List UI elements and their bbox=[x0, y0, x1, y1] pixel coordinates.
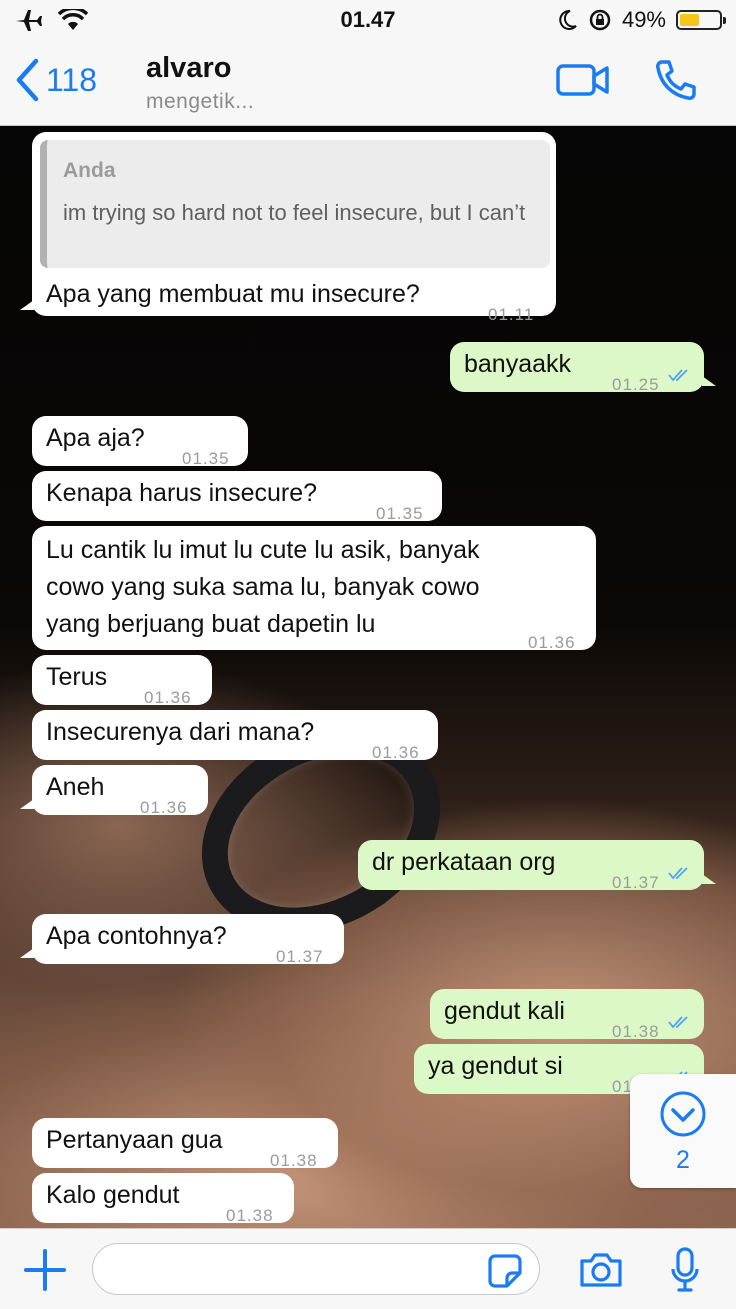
battery-percent: 49% bbox=[621, 7, 666, 32]
message-text: Kenapa harus insecure? bbox=[46, 479, 318, 507]
quoted-message[interactable]: Anda im trying so hard not to feel insec… bbox=[40, 140, 550, 268]
status-right: 49% bbox=[558, 7, 726, 33]
back-button[interactable]: 118 bbox=[14, 58, 97, 102]
message-time: 01.36 bbox=[140, 798, 188, 817]
message-composer bbox=[0, 1228, 736, 1309]
plus-icon bbox=[24, 1249, 66, 1291]
message-text: Pertanyaan gua bbox=[46, 1126, 223, 1154]
bubble-tail bbox=[20, 300, 34, 310]
message-incoming[interactable]: Kenapa harus insecure? 01.35 bbox=[32, 471, 442, 523]
chat-header: 118 alvaro mengetik... bbox=[0, 40, 736, 126]
message-outgoing[interactable]: gendut kali 01.38 bbox=[430, 989, 704, 1041]
moon-icon bbox=[559, 9, 577, 30]
attach-button[interactable] bbox=[24, 1249, 66, 1296]
message-incoming[interactable]: Anda im trying so hard not to feel insec… bbox=[20, 132, 556, 324]
message-incoming[interactable]: Lu cantik lu imut lu cute lu asik, banya… bbox=[32, 526, 596, 652]
camera-button[interactable] bbox=[578, 1251, 624, 1294]
message-incoming[interactable]: Apa aja? 01.35 bbox=[32, 416, 248, 468]
bubble-tail bbox=[702, 874, 716, 884]
read-receipt-icon bbox=[668, 867, 688, 880]
message-outgoing[interactable]: banyaakk 01.25 bbox=[450, 342, 716, 394]
message-text: Insecurenya dari mana? bbox=[46, 718, 315, 746]
message-incoming[interactable]: Insecurenya dari mana? 01.36 bbox=[32, 710, 438, 762]
message-line: yang berjuang buat dapetin lu bbox=[46, 610, 376, 638]
message-input[interactable] bbox=[92, 1243, 540, 1295]
message-incoming[interactable]: Terus 01.36 bbox=[32, 655, 212, 707]
wifi-icon bbox=[58, 9, 88, 30]
read-receipt-icon bbox=[668, 369, 688, 382]
message-time: 01.37 bbox=[612, 873, 660, 892]
scroll-to-bottom-button[interactable]: 2 bbox=[630, 1074, 736, 1188]
message-line: cowo yang suka sama lu, banyak cowo bbox=[46, 573, 480, 601]
video-call-button[interactable] bbox=[556, 60, 610, 105]
sticker-button[interactable] bbox=[487, 1253, 523, 1294]
quote-text: im trying so hard not to feel insecure, … bbox=[63, 200, 526, 225]
message-time: 01.11 bbox=[488, 305, 535, 324]
message-text: Apa contohnya? bbox=[46, 922, 227, 950]
message-time: 01.38 bbox=[226, 1206, 274, 1225]
microphone-icon bbox=[671, 1247, 699, 1292]
airplane-icon bbox=[16, 10, 42, 31]
video-camera-icon bbox=[556, 64, 609, 96]
bubble-tail bbox=[702, 376, 716, 386]
message-text: Kalo gendut bbox=[46, 1181, 180, 1209]
battery-level bbox=[680, 14, 699, 26]
message-incoming[interactable]: Aneh 01.36 bbox=[20, 765, 208, 817]
message-outgoing[interactable]: dr perkataan org 01.37 bbox=[358, 840, 716, 892]
chat-area[interactable]: Anda im trying so hard not to feel insec… bbox=[0, 126, 736, 1228]
message-time: 01.37 bbox=[276, 947, 324, 966]
message-time: 01.36 bbox=[528, 633, 576, 652]
message-text: dr perkataan org bbox=[372, 848, 556, 876]
quote-author: Anda bbox=[63, 159, 116, 182]
bubble-tail bbox=[20, 948, 34, 958]
chevron-down-circle-icon bbox=[660, 1091, 706, 1137]
message-time: 01.36 bbox=[372, 743, 420, 762]
message-text: gendut kali bbox=[444, 997, 565, 1025]
message-line: Lu cantik lu imut lu cute lu asik, banya… bbox=[46, 536, 480, 564]
contact-status: mengetik... bbox=[146, 90, 255, 113]
message-incoming[interactable]: Kalo gendut 01.38 bbox=[32, 1173, 294, 1225]
read-receipt-icon bbox=[668, 1016, 688, 1029]
sticker-icon bbox=[488, 1254, 522, 1288]
voice-call-button[interactable] bbox=[654, 58, 698, 107]
phone-icon bbox=[656, 60, 696, 100]
message-text: ya gendut si bbox=[428, 1052, 563, 1080]
camera-icon bbox=[580, 1253, 622, 1287]
status-left bbox=[14, 8, 88, 32]
message-incoming[interactable]: Apa contohnya? 01.37 bbox=[20, 914, 344, 966]
message-text: banyaakk bbox=[464, 350, 572, 378]
message-text: Apa aja? bbox=[46, 424, 145, 452]
message-text: Aneh bbox=[46, 773, 105, 801]
bubble-tail bbox=[20, 799, 34, 809]
battery-icon bbox=[676, 10, 726, 30]
contact-name[interactable]: alvaro bbox=[146, 52, 231, 85]
status-bar: 01.47 49% bbox=[0, 0, 736, 40]
message-text: Apa yang membuat mu insecure? bbox=[46, 280, 420, 308]
chevron-left-icon bbox=[16, 58, 39, 102]
message-incoming[interactable]: Pertanyaan gua 01.38 bbox=[32, 1118, 338, 1170]
rotation-lock-icon bbox=[589, 9, 611, 31]
voice-message-button[interactable] bbox=[670, 1247, 700, 1298]
unread-message-count: 2 bbox=[676, 1146, 690, 1174]
message-time: 01.25 bbox=[612, 375, 660, 394]
message-text: Terus bbox=[46, 663, 108, 691]
unread-chats-count: 118 bbox=[46, 61, 98, 98]
